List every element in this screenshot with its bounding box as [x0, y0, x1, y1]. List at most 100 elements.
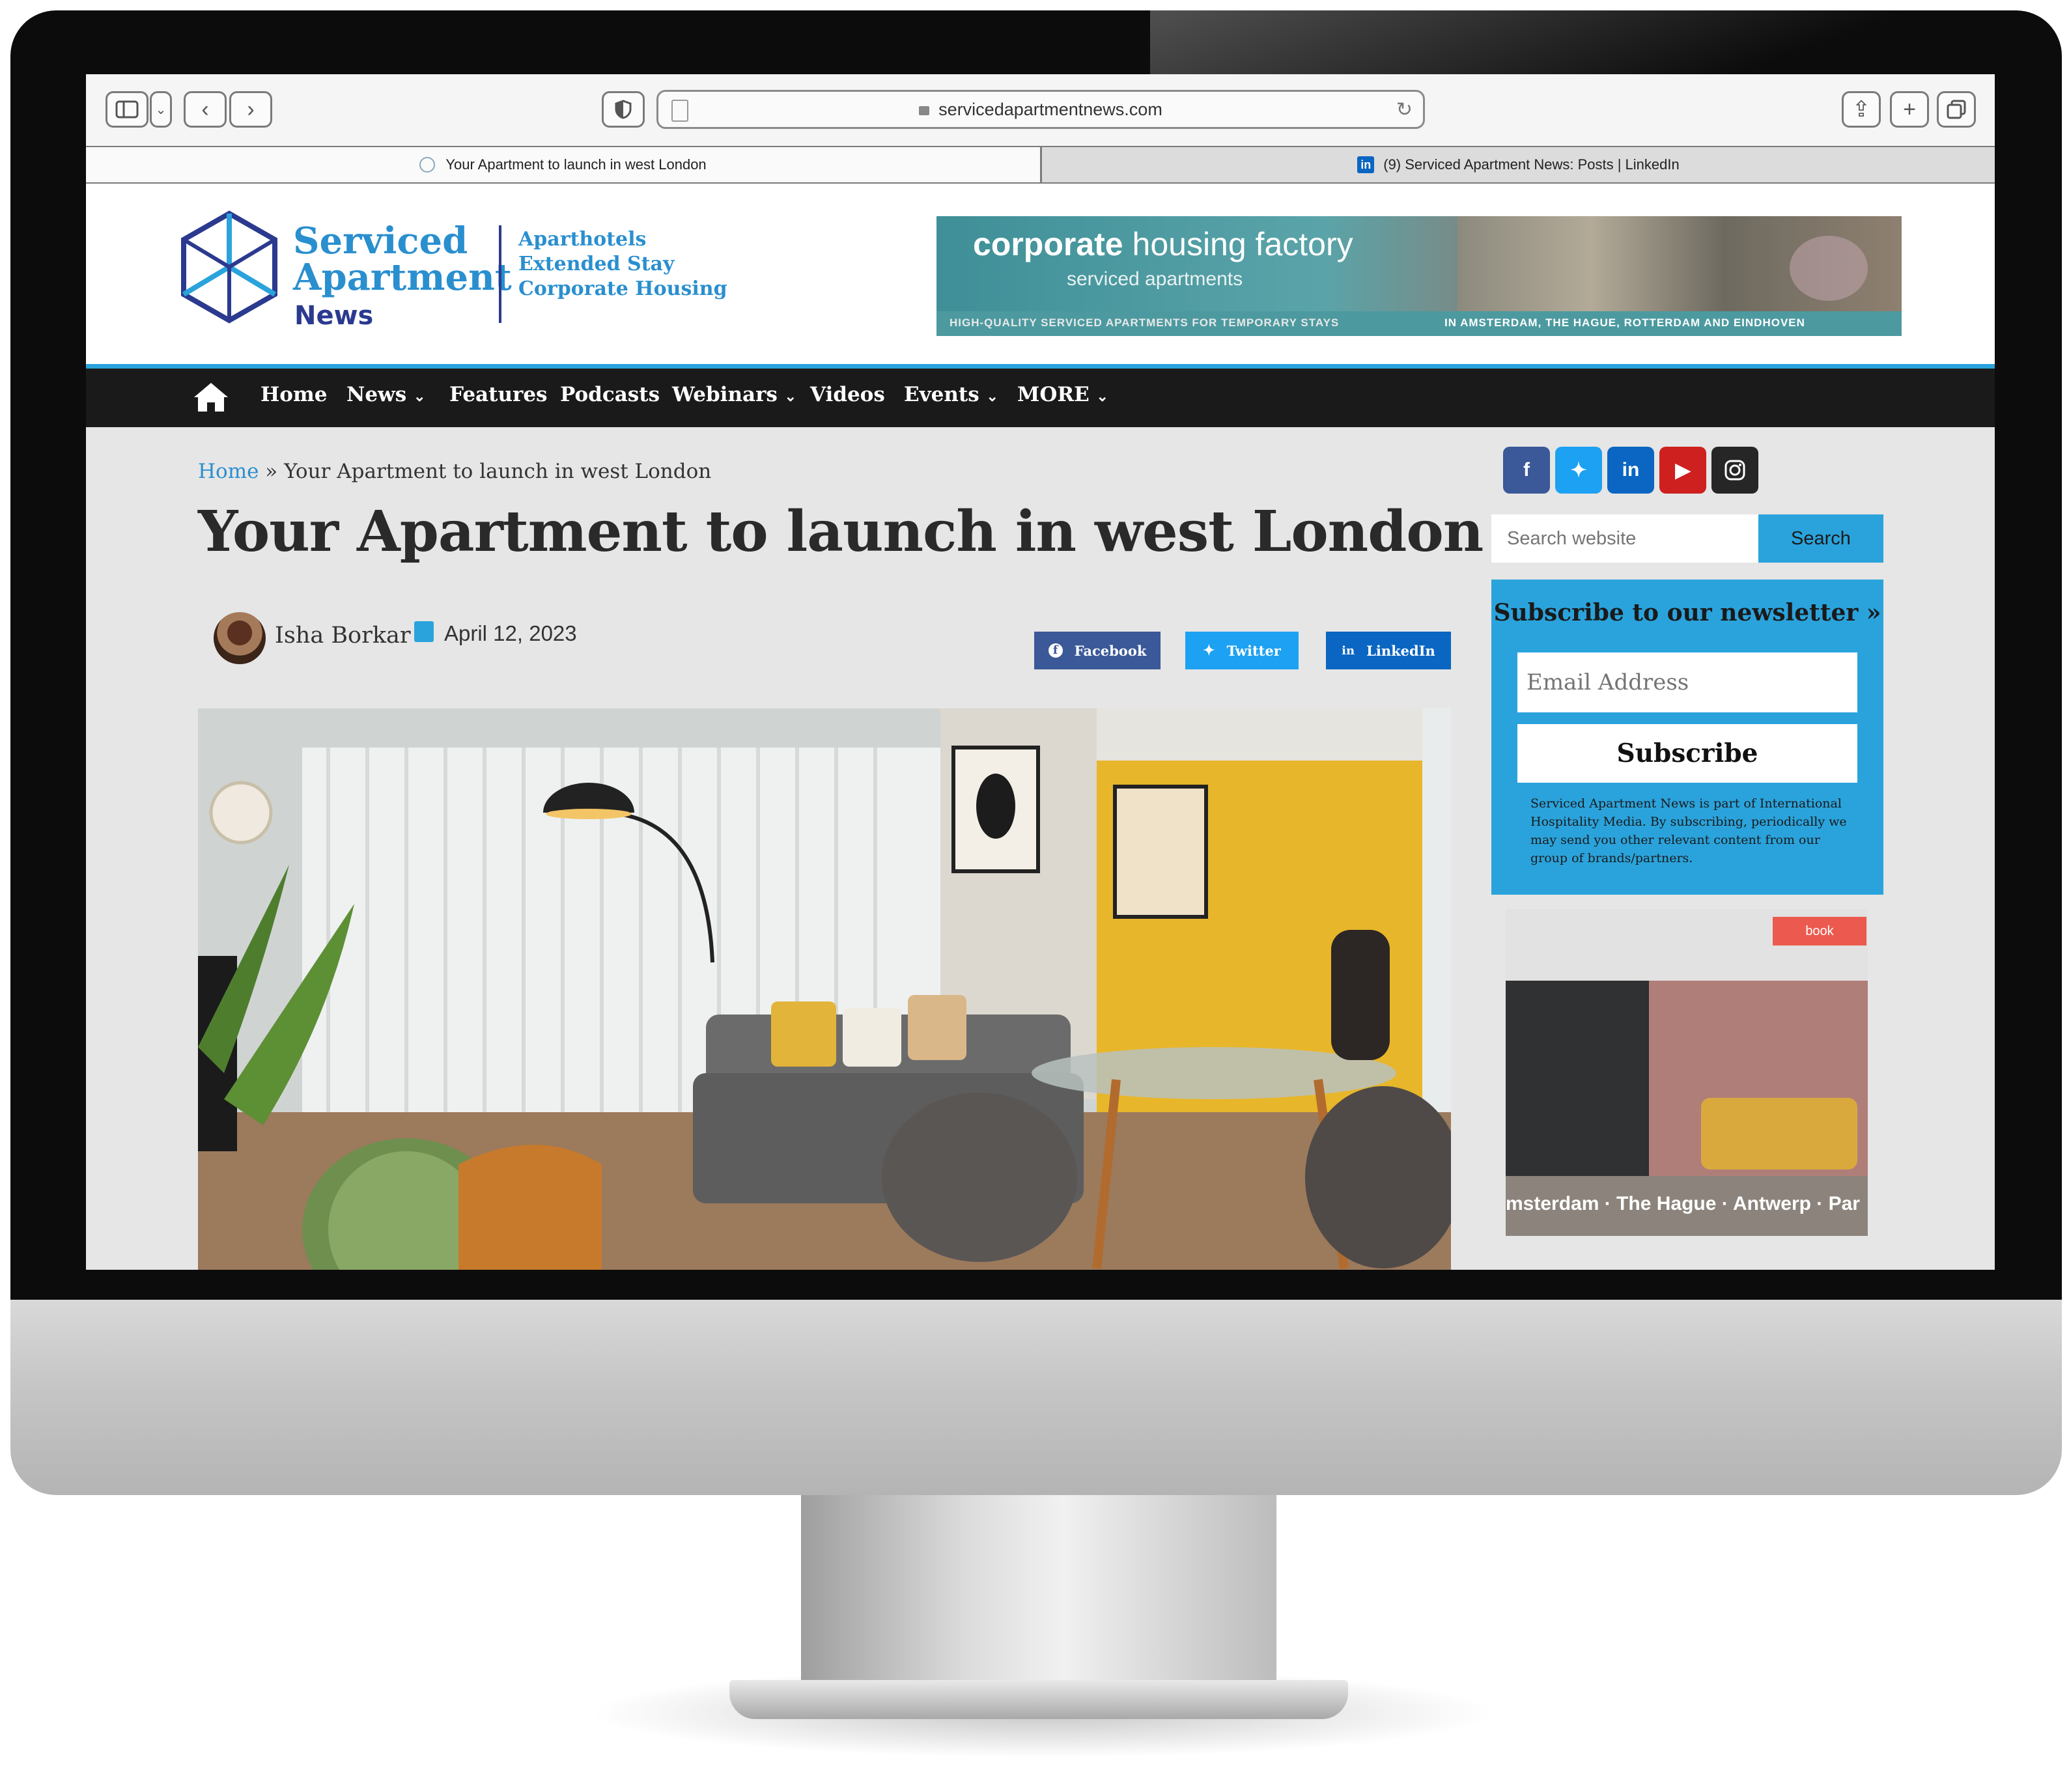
share-linkedin-label: LinkedIn: [1366, 642, 1435, 659]
page-icon: [671, 100, 688, 122]
post-date: April 12, 2023: [444, 621, 577, 645]
forward-icon[interactable]: ›: [229, 91, 272, 128]
nav-features[interactable]: Features: [449, 383, 548, 406]
nav-videos[interactable]: Videos: [810, 383, 885, 406]
banner-brand: corporate housing factory: [973, 225, 1353, 263]
browser-toolbar: ⌄ ‹ › servicedapartmentnews.com ↻ ⇪ +: [86, 74, 1995, 146]
share-facebook-label: Facebook: [1074, 642, 1147, 659]
article-hero-image[interactable]: [198, 708, 1451, 1270]
browser-screen: ⌄ ‹ › servicedapartmentnews.com ↻ ⇪ + Yo…: [86, 74, 1995, 1270]
nav-events[interactable]: Events ⌄: [904, 383, 998, 406]
site-header: Serviced Apartment News Aparthotels Exte…: [86, 184, 1995, 369]
banner-book-now[interactable]: [1790, 236, 1868, 301]
calendar-icon: [414, 621, 434, 642]
share-twitter-button[interactable]: ✦ Twitter: [1185, 632, 1299, 669]
reload-icon[interactable]: ↻: [1396, 98, 1413, 121]
ad-book-label: book: [1805, 923, 1834, 938]
banner-brand-light: housing factory: [1123, 226, 1353, 262]
social-youtube-icon[interactable]: ▶: [1659, 447, 1706, 494]
tagline-aparthotels: Aparthotels: [518, 228, 647, 251]
monitor-stand-base: [729, 1680, 1348, 1719]
linkedin-favicon-icon: in: [1357, 156, 1375, 173]
monitor-stand-neck: [801, 1495, 1276, 1690]
new-tab-icon[interactable]: +: [1890, 91, 1929, 128]
breadcrumb: Home » Your Apartment to launch in west …: [198, 460, 711, 483]
newsletter-title[interactable]: Subscribe to our newsletter »: [1491, 599, 1883, 626]
logo-line-1: Serviced: [293, 219, 468, 262]
nav-more[interactable]: MORE ⌄: [1017, 383, 1108, 406]
tab-linkedin[interactable]: in (9) Serviced Apartment News: Posts | …: [1040, 147, 1995, 182]
newsletter-fine-print: Serviced Apartment News is part of Inter…: [1530, 796, 1847, 865]
nav-more-label: MORE: [1017, 383, 1090, 406]
share-twitter-label: Twitter: [1226, 642, 1281, 659]
nav-news-label: News: [346, 383, 407, 406]
sidebar-toggle-icon[interactable]: [106, 91, 148, 128]
search-button[interactable]: Search: [1758, 514, 1883, 563]
share-linkedin-button[interactable]: in LinkedIn: [1326, 632, 1451, 669]
chevron-down-icon: ⌄: [784, 388, 797, 405]
back-icon[interactable]: ‹: [184, 91, 227, 128]
main-content: Home » Your Apartment to launch in west …: [86, 427, 1995, 1270]
social-twitter-icon[interactable]: ✦: [1555, 447, 1602, 494]
tab-overview-icon[interactable]: [1937, 91, 1976, 128]
share-facebook-button[interactable]: f Facebook: [1034, 632, 1161, 669]
logo-line-3: News: [294, 301, 374, 331]
nav-events-label: Events: [904, 383, 979, 406]
newsletter-box: Subscribe to our newsletter » Subscribe …: [1491, 580, 1883, 895]
privacy-shield-icon[interactable]: [602, 91, 645, 128]
banner-strip-right: IN AMSTERDAM, THE HAGUE, ROTTERDAM AND E…: [1444, 316, 1805, 329]
linkedin-icon: in: [1342, 643, 1355, 658]
url-text: servicedapartmentnews.com: [938, 99, 1162, 119]
monitor-chin: [10, 1300, 2062, 1495]
newsletter-email-field[interactable]: [1517, 652, 1857, 712]
browser-tab-bar: Your Apartment to launch in west London …: [86, 146, 1995, 184]
nav-news[interactable]: News ⌄: [346, 383, 425, 406]
logo-wordmark[interactable]: Serviced Apartment: [293, 223, 512, 296]
favicon-icon: [419, 157, 436, 173]
logo-divider: [499, 225, 501, 323]
nav-home[interactable]: Home: [260, 383, 328, 406]
banner-brand-bold: corporate: [973, 226, 1123, 262]
hero-illustration: [198, 708, 1451, 1270]
header-banner-ad[interactable]: corporate housing factory serviced apart…: [936, 216, 1902, 336]
ad-book-badge[interactable]: book: [1773, 917, 1866, 945]
tab-label: Your Apartment to launch in west London: [445, 156, 707, 173]
ad-kitchen: [1506, 981, 1649, 1176]
facebook-icon: f: [1048, 643, 1063, 658]
search-input[interactable]: [1491, 514, 1758, 563]
breadcrumb-home[interactable]: Home: [198, 460, 259, 483]
chevron-down-icon[interactable]: ⌄: [150, 91, 172, 128]
author-name[interactable]: Isha Borkar: [275, 623, 411, 649]
nav-webinars-label: Webinars: [672, 383, 778, 406]
twitter-icon: ✦: [1203, 642, 1215, 659]
chevron-down-icon: ⌄: [1096, 388, 1108, 405]
banner-strip: HIGH-QUALITY SERVICED APARTMENTS FOR TEM…: [936, 311, 1902, 336]
article-title: Your Apartment to launch in west London: [198, 499, 1484, 565]
main-nav: Home News ⌄ Features Podcasts Webinars ⌄…: [86, 369, 1995, 427]
banner-subtitle: serviced apartments: [1067, 268, 1243, 290]
address-bar[interactable]: servicedapartmentnews.com ↻: [656, 90, 1425, 129]
breadcrumb-current: Your Apartment to launch in west London: [284, 460, 712, 483]
logo-line-2: Apartment: [293, 256, 512, 299]
lock-icon: [919, 106, 930, 115]
share-icon[interactable]: ⇪: [1842, 91, 1881, 128]
ad-cities: msterdam · The Hague · Antwerp · Par: [1506, 1193, 1860, 1214]
home-icon[interactable]: [191, 380, 231, 414]
chevron-down-icon: ⌄: [986, 388, 998, 405]
nav-podcasts[interactable]: Podcasts: [560, 383, 660, 406]
ad-sofa: [1701, 1098, 1857, 1169]
logo-cube-icon[interactable]: [177, 210, 281, 324]
author-avatar[interactable]: [214, 612, 266, 664]
social-linkedin-icon[interactable]: in: [1607, 447, 1654, 494]
banner-strip-left: HIGH-QUALITY SERVICED APARTMENTS FOR TEM…: [950, 316, 1340, 329]
breadcrumb-separator: »: [259, 460, 285, 483]
social-instagram-icon[interactable]: [1711, 447, 1758, 494]
social-facebook-icon[interactable]: f: [1503, 447, 1550, 494]
tagline-corporate-housing: Corporate Housing: [518, 277, 727, 300]
tagline-extended-stay: Extended Stay: [518, 253, 675, 275]
subscribe-button[interactable]: Subscribe: [1517, 724, 1857, 783]
tab-article[interactable]: Your Apartment to launch in west London: [86, 147, 1040, 182]
nav-webinars[interactable]: Webinars ⌄: [672, 383, 796, 406]
chevron-down-icon: ⌄: [414, 388, 426, 405]
sidebar-ad[interactable]: book msterdam · The Hague · Antwerp · Pa…: [1506, 909, 1868, 1236]
